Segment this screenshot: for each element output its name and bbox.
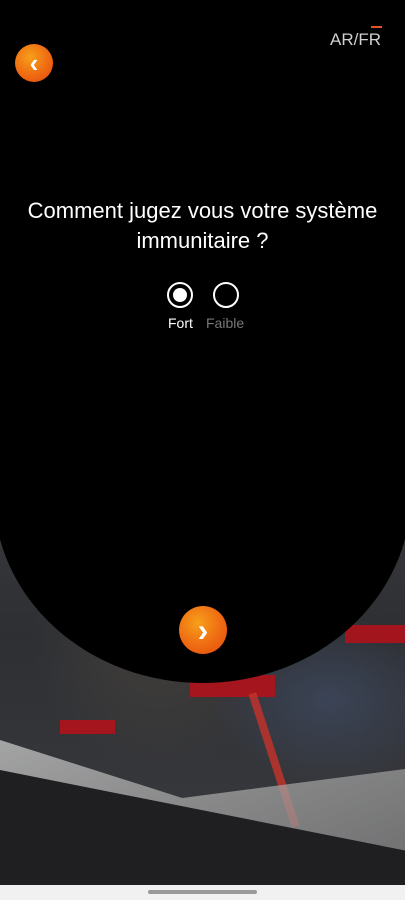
language-toggle[interactable]: AR/FR <box>330 30 381 50</box>
option-fort-label[interactable]: Fort <box>168 315 193 331</box>
radio-faible[interactable] <box>213 282 239 308</box>
radio-fort[interactable] <box>167 282 193 308</box>
background-photo-detail <box>345 625 405 643</box>
background-photo-detail <box>60 720 115 734</box>
language-indicator <box>371 26 382 28</box>
back-button[interactable]: ‹ <box>15 44 53 82</box>
home-indicator[interactable] <box>148 890 257 894</box>
chevron-right-icon: › <box>197 612 209 648</box>
chevron-left-icon: ‹ <box>29 48 39 78</box>
question-text: Comment jugez vous votre système immunit… <box>27 198 378 253</box>
next-button[interactable]: › <box>179 606 227 654</box>
answer-options: Fort Faible <box>160 282 260 342</box>
system-navigation-bar <box>0 885 405 900</box>
option-faible-label[interactable]: Faible <box>206 315 244 331</box>
